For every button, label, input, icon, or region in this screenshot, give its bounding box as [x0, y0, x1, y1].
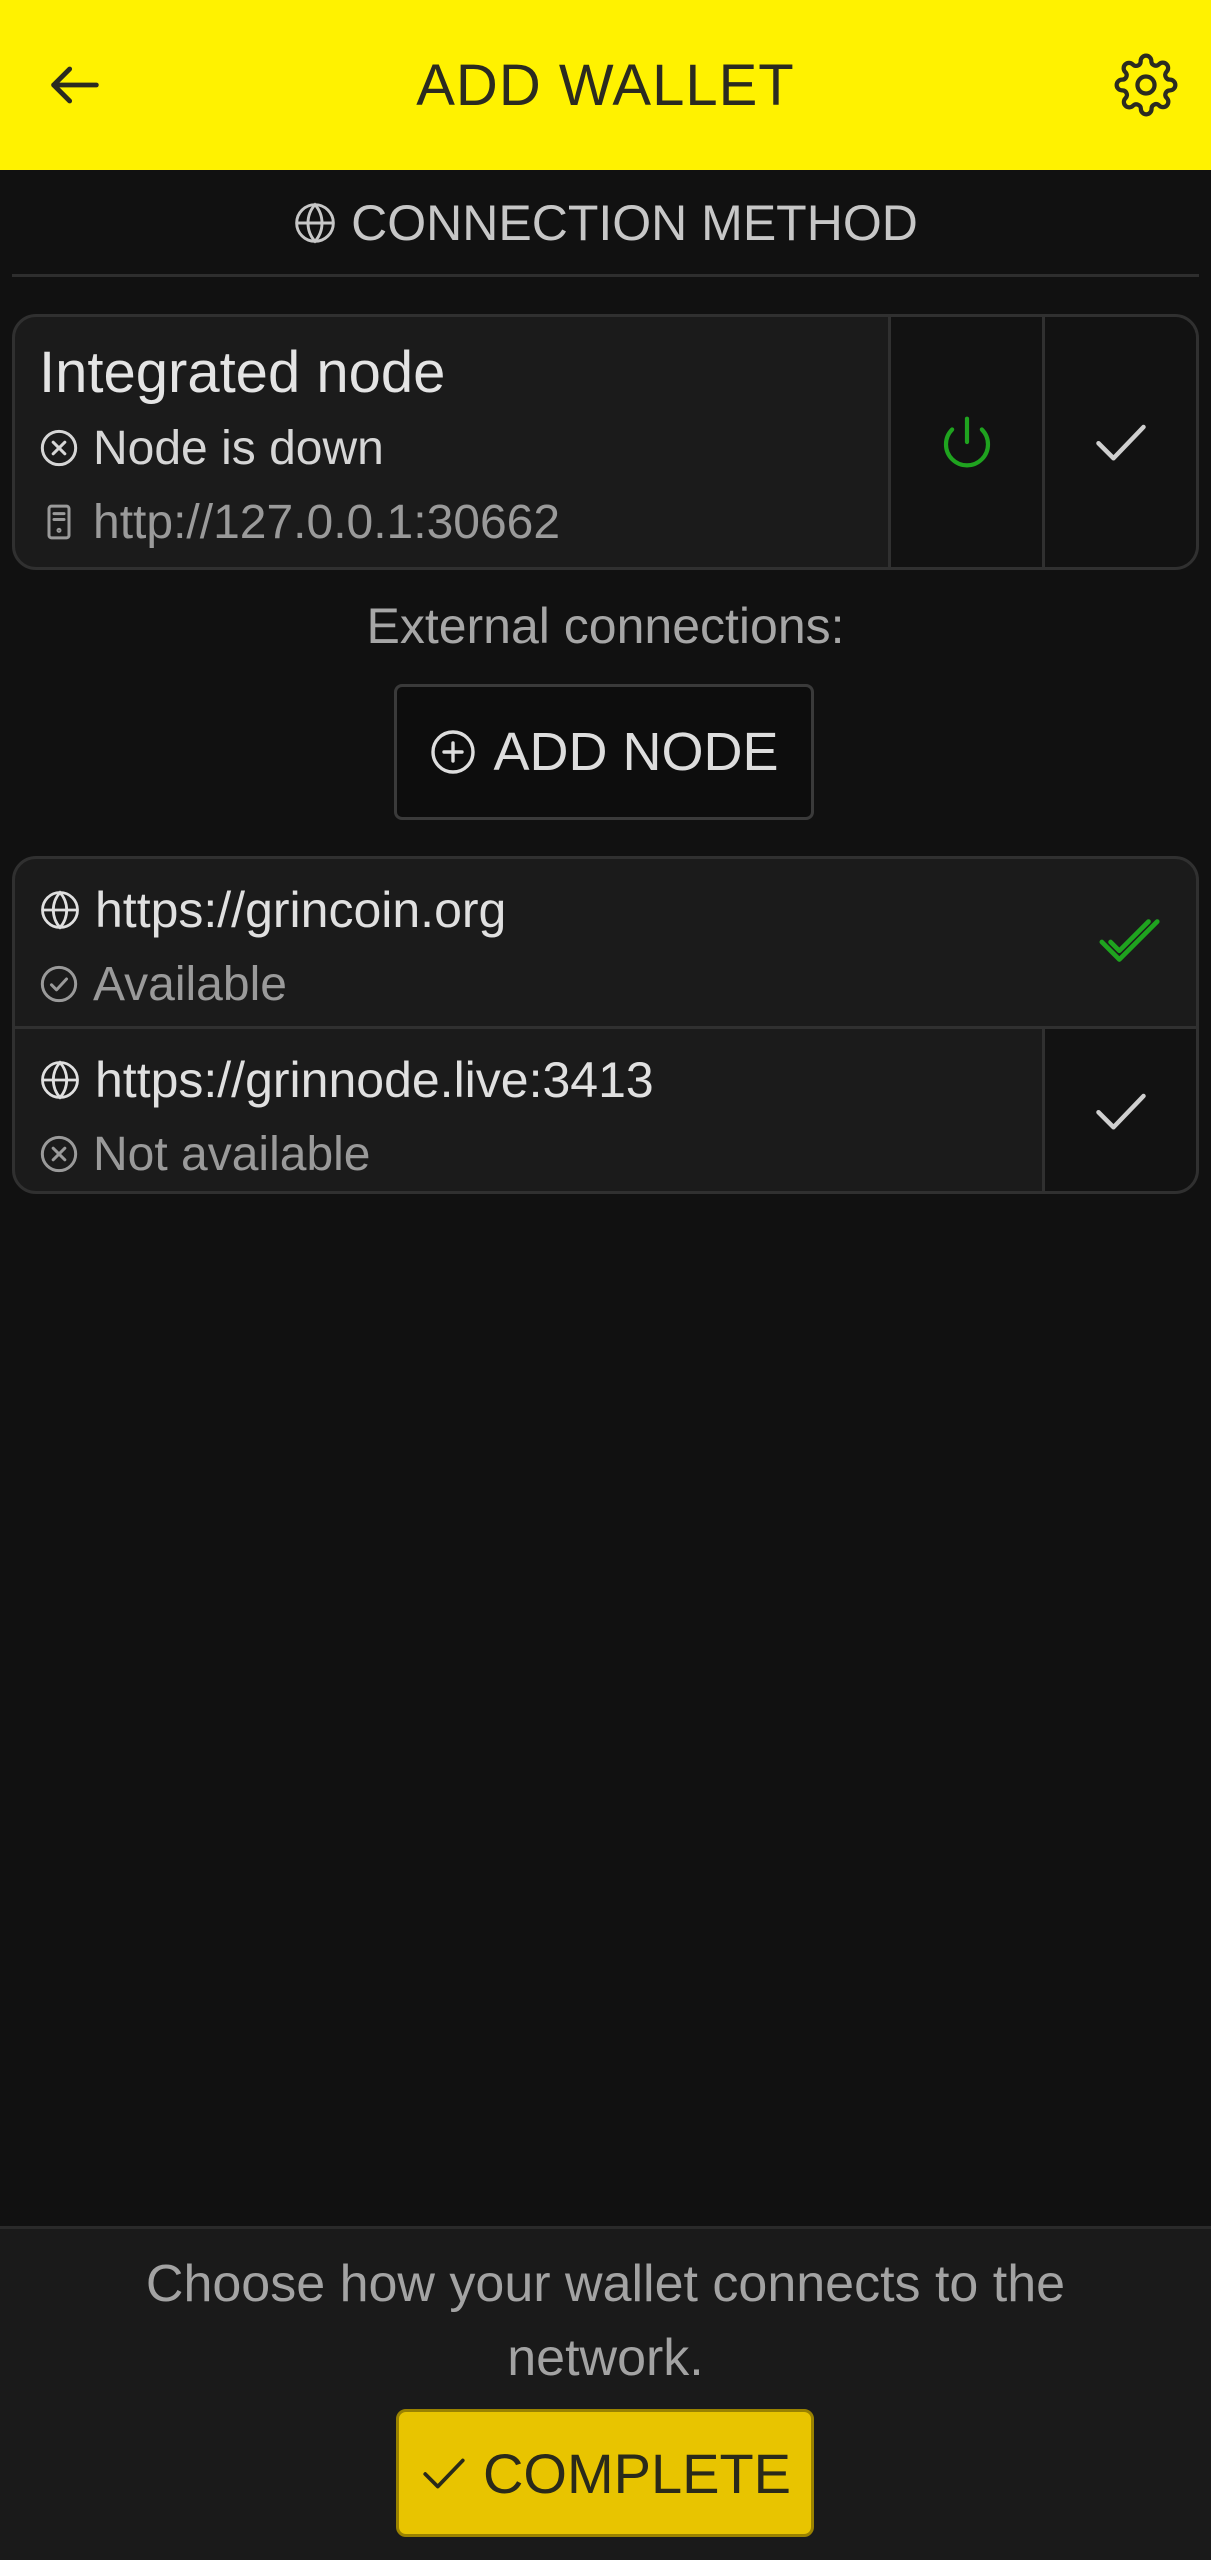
settings-button[interactable]: [1101, 40, 1191, 130]
enable-integrated-node-button[interactable]: [888, 317, 1042, 567]
node-url: https://grincoin.org: [95, 882, 507, 938]
page-title: ADD WALLET: [416, 52, 795, 118]
external-nodes-list: https://grincoin.org Available https://g…: [12, 856, 1199, 1194]
section-title: CONNECTION METHOD: [351, 195, 918, 251]
gear-icon: [1114, 53, 1178, 117]
add-node-label: ADD NODE: [493, 722, 779, 782]
complete-label: COMPLETE: [482, 2441, 792, 2505]
power-icon: [943, 416, 990, 468]
select-integrated-node-button[interactable]: [1042, 317, 1196, 567]
node-url-line: https://grinnode.live:3413: [39, 1043, 654, 1117]
integrated-node-status-text: Node is down: [93, 421, 384, 475]
node-status-text: Not available: [93, 1127, 371, 1181]
footer-hint: Choose how your wallet connects to the n…: [145, 2255, 1066, 2387]
integrated-node-address: http://127.0.0.1:30662: [39, 485, 560, 559]
x-circle-icon: [40, 429, 78, 467]
node-url-line: https://grincoin.org: [39, 873, 506, 947]
connection-method-heading: CONNECTION METHOD: [0, 178, 1211, 268]
integrated-node-title: Integrated node: [39, 340, 446, 405]
node-status: Available: [39, 947, 506, 1021]
select-node-button[interactable]: [1042, 1029, 1196, 1191]
check-icon: [1095, 1093, 1146, 1130]
integrated-node-card: Integrated node Node is down http://127.…: [12, 314, 1199, 570]
check-double-icon: [1099, 919, 1160, 962]
x-circle-icon: [40, 1135, 78, 1173]
back-button[interactable]: [30, 40, 120, 130]
arrow-left-icon: [51, 66, 99, 104]
selected-check: [1096, 907, 1166, 977]
node-url: https://grinnode.live:3413: [95, 1052, 654, 1108]
integrated-node-address-text: http://127.0.0.1:30662: [93, 495, 561, 549]
node-info: https://grinnode.live:3413 Not available: [39, 1043, 654, 1191]
check-icon: [423, 2458, 465, 2489]
complete-button[interactable]: COMPLETE: [396, 2409, 814, 2537]
server-icon: [47, 504, 71, 540]
external-connections-label: External connections:: [366, 598, 845, 654]
check-circle-icon: [40, 965, 78, 1003]
check-icon: [1095, 424, 1146, 461]
node-info: https://grincoin.org Available: [39, 873, 506, 1021]
globe-icon: [41, 1060, 79, 1100]
divider: [12, 274, 1199, 277]
node-status-text: Available: [93, 957, 287, 1011]
integrated-node-status: Node is down: [39, 411, 560, 485]
app-header: ADD WALLET: [0, 0, 1211, 170]
globe-icon: [41, 890, 79, 930]
footer: Choose how your wallet connects to the n…: [0, 2229, 1211, 2560]
integrated-node-info: Integrated node Node is down http://127.…: [39, 335, 560, 559]
globe-icon: [295, 202, 335, 244]
list-item[interactable]: https://grincoin.org Available: [15, 859, 1196, 1026]
node-status: Not available: [39, 1117, 654, 1191]
add-node-button[interactable]: ADD NODE: [394, 684, 814, 820]
add-wallet-screen: ADD WALLET CONNECTION METHOD Integrated …: [0, 0, 1211, 2560]
plus-circle-icon: [431, 730, 476, 774]
list-item[interactable]: https://grinnode.live:3413 Not available: [15, 1026, 1196, 1191]
